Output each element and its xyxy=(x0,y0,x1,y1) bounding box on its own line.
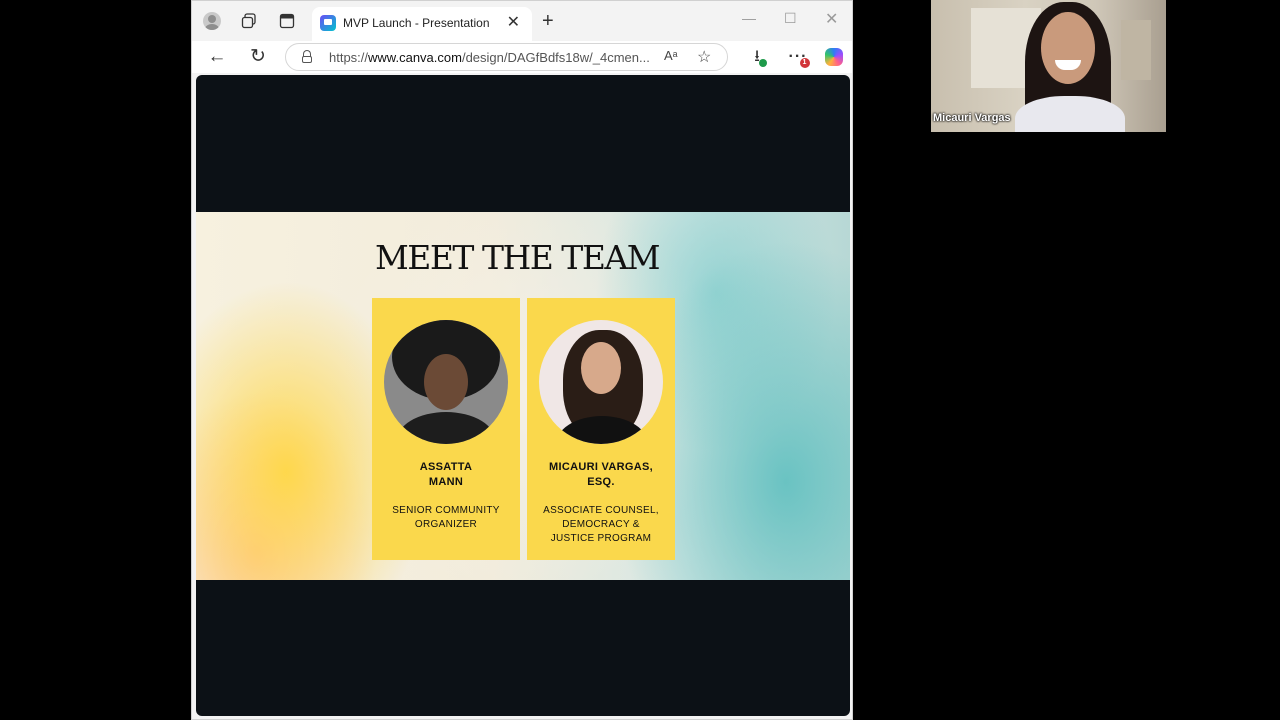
browser-window: MVP Launch - Presentation ✕ + — ☐ ✕ ← ↻ … xyxy=(191,0,853,720)
notification-badge: 1 xyxy=(800,58,810,68)
tab-close-icon[interactable]: ✕ xyxy=(507,14,520,32)
profile-icon[interactable] xyxy=(202,11,222,31)
team-card-assatta: ASSATTA MANN SENIOR COMMUNITY ORGANIZER xyxy=(372,298,520,560)
slide: MEET THE TEAM ASSATTA MANN SENIOR COMMUN… xyxy=(196,212,850,580)
maximize-button[interactable]: ☐ xyxy=(784,10,797,27)
participant-name: Micauri Vargas xyxy=(933,112,1011,124)
avatar xyxy=(539,320,663,444)
member-role: SENIOR COMMUNITY ORGANIZER xyxy=(392,505,500,530)
member-role: ASSOCIATE COUNSEL, DEMOCRACY & JUSTICE P… xyxy=(543,505,659,544)
minimize-button[interactable]: — xyxy=(742,10,756,26)
address-bar[interactable]: https://www.canva.com/design/DAGfBdfs18w… xyxy=(285,43,728,71)
back-button[interactable]: ← xyxy=(205,45,229,69)
lock-icon[interactable] xyxy=(302,50,312,63)
reload-button[interactable]: ↻ xyxy=(246,45,270,69)
tab-title: MVP Launch - Presentation xyxy=(343,16,490,30)
new-tab-button[interactable]: + xyxy=(542,10,554,32)
member-name: ASSATTA MANN xyxy=(419,461,473,488)
team-card-micauri: MICAURI VARGAS, ESQ. ASSOCIATE COUNSEL, … xyxy=(527,298,675,560)
collections-icon[interactable] xyxy=(239,11,259,31)
close-window-button[interactable]: ✕ xyxy=(825,9,838,29)
copilot-icon[interactable] xyxy=(822,45,846,69)
more-icon[interactable]: ··· 1 xyxy=(786,45,810,69)
star-icon[interactable]: ☆ xyxy=(697,47,711,67)
downloads-icon[interactable]: ⭳ xyxy=(745,45,769,69)
browser-toolbar: ← ↻ https://www.canva.com/design/DAGfBdf… xyxy=(192,41,852,73)
presentation-viewport: MEET THE TEAM ASSATTA MANN SENIOR COMMUN… xyxy=(196,75,850,716)
tab-bar: MVP Launch - Presentation ✕ + — ☐ ✕ xyxy=(192,1,852,41)
avatar xyxy=(384,320,508,444)
video-tile: Micauri Vargas xyxy=(931,0,1166,132)
slide-title: MEET THE TEAM xyxy=(374,238,661,277)
tab-actions-icon[interactable] xyxy=(277,11,297,31)
tab-mvp-launch[interactable]: MVP Launch - Presentation ✕ xyxy=(312,7,532,41)
member-name: MICAURI VARGAS, ESQ. xyxy=(549,461,653,488)
url-text[interactable]: https://www.canva.com/design/DAGfBdfs18w… xyxy=(329,50,650,65)
canva-favicon xyxy=(320,15,336,31)
read-aloud-icon[interactable]: Aᵃ xyxy=(664,48,678,63)
